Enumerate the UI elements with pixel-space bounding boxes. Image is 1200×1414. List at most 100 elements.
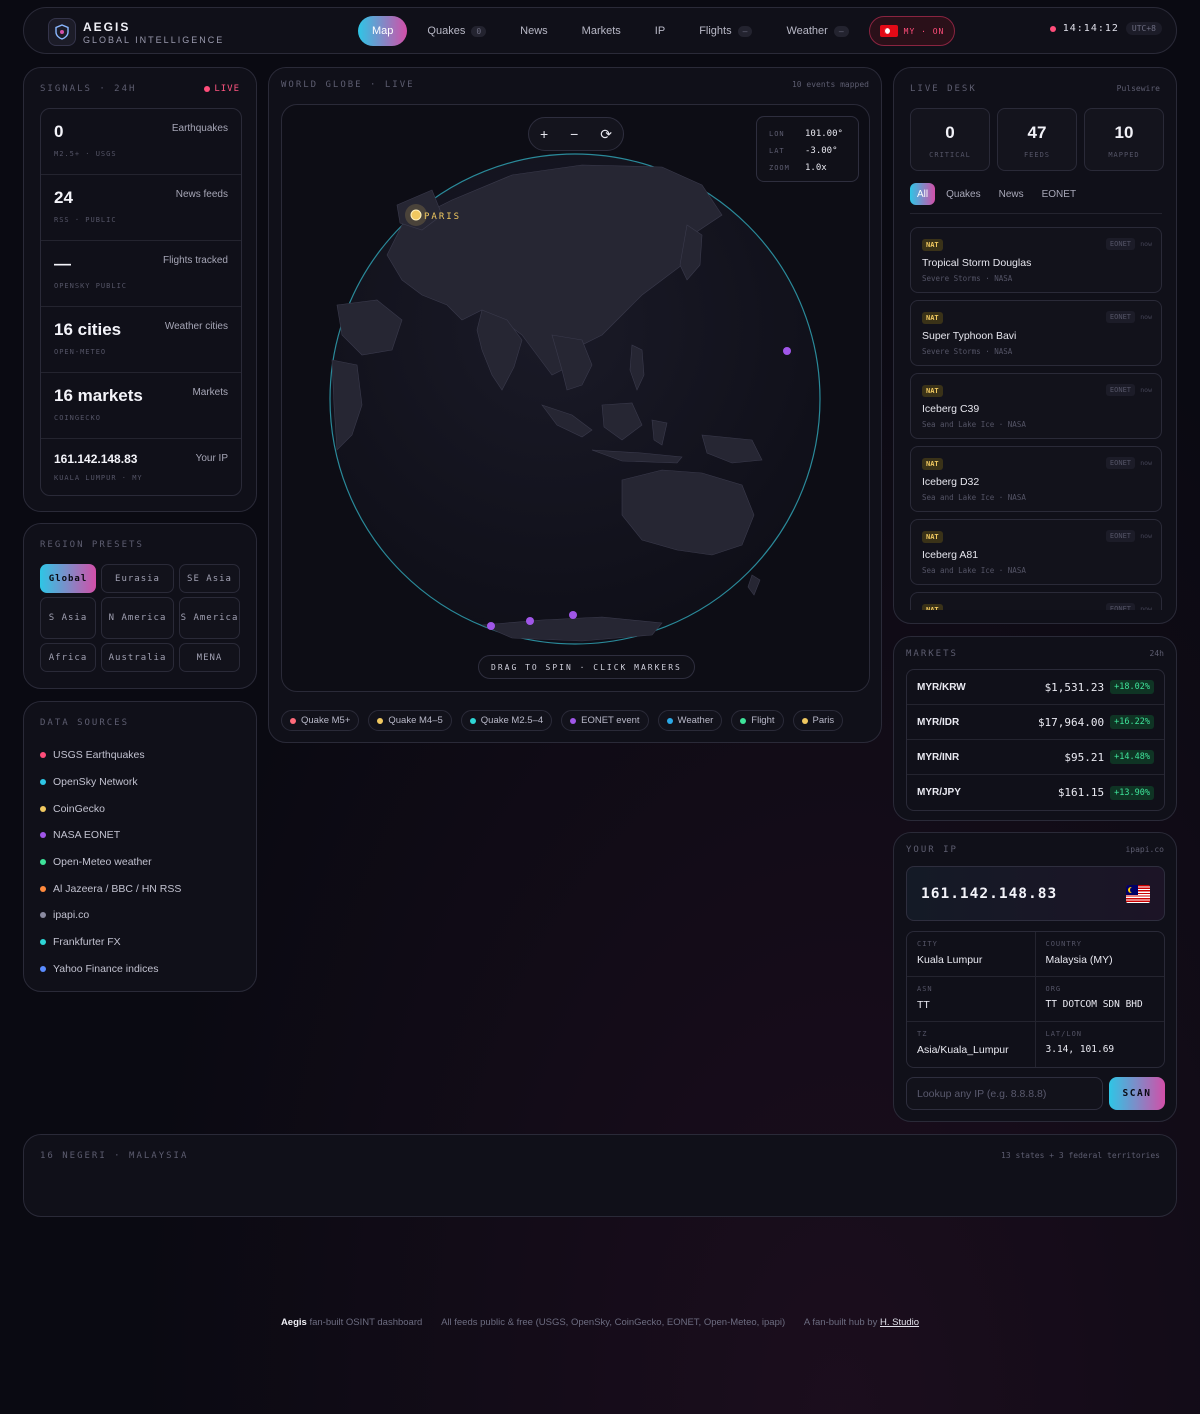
eonet-marker[interactable] xyxy=(526,617,534,625)
filter-quakes[interactable]: Quakes xyxy=(939,183,987,205)
eonet-marker[interactable] xyxy=(487,622,495,630)
legend-item[interactable]: Paris xyxy=(792,710,844,731)
event-card[interactable]: NAT EONET now Iceberg D32 Sea and Lake Ice ·… xyxy=(910,446,1162,512)
your-ip-panel: YOUR IP ipapi.co 161.142.148.83 CITY Kual… xyxy=(893,832,1177,1122)
region-eurasia-button[interactable]: Eurasia xyxy=(101,564,174,593)
event-tag: NAT xyxy=(922,531,943,543)
market-price: $17,964.00 xyxy=(1037,715,1105,729)
stat-value: 10 xyxy=(1114,123,1134,142)
markets-list: MYR/KRW $1,531.23 +18.02% MYR/IDR $17,964.00… xyxy=(906,669,1165,811)
ip-key: COUNTRY xyxy=(1045,940,1083,948)
ip-key: ASN xyxy=(917,985,933,993)
market-row[interactable]: MYR/INR $95.21 +14.48% xyxy=(907,740,1164,775)
nav-tab-label: Markets xyxy=(581,25,621,37)
lon-key: LON xyxy=(769,129,785,138)
region-s-asia-button[interactable]: S Asia xyxy=(40,597,96,639)
ip-tz: TZ Asia/Kuala_Lumpur xyxy=(907,1022,1036,1067)
source-dot-icon xyxy=(40,752,46,759)
nav-tab-weather[interactable]: Weather — xyxy=(772,16,862,46)
market-change: +18.02% xyxy=(1110,680,1154,694)
legend-item[interactable]: EONET event xyxy=(561,710,649,731)
nav-tab-map[interactable]: Map xyxy=(358,16,408,46)
nav-tab-flights[interactable]: Flights — xyxy=(685,16,766,46)
negeri-panel: 16 NEGERI · MALAYSIA 13 states + 3 feder… xyxy=(23,1134,1177,1217)
reset-view-button[interactable]: ⟳ xyxy=(600,126,612,143)
nav-badge: 0 xyxy=(471,25,487,37)
market-price: $1,531.23 xyxy=(1044,680,1105,694)
event-category: Sea and Lake Ice · NASA xyxy=(922,493,1026,502)
markets-range: 24h xyxy=(1149,649,1164,658)
region-africa-button[interactable]: Africa xyxy=(40,643,96,672)
legend-item[interactable]: Quake M2.5–4 xyxy=(460,710,553,731)
event-source: EONET xyxy=(1105,238,1135,250)
event-card[interactable]: NAT EONET now Iceberg A81 Sea and Lake Ice ·… xyxy=(910,519,1162,585)
signal-source: COINGECKO xyxy=(54,414,101,422)
filter-eonet[interactable]: EONET xyxy=(1035,183,1083,205)
legend-item[interactable]: Weather xyxy=(657,710,723,731)
globe-svg[interactable]: PARIS xyxy=(282,105,870,692)
source-item: ipapi.co xyxy=(40,902,181,929)
event-card[interactable]: NAT EONET now Tropical Storm Douglas Severe … xyxy=(910,227,1162,293)
stat-label: FEEDS xyxy=(1023,151,1051,159)
legend-label: Flight xyxy=(751,715,775,726)
globe-viewport[interactable]: PARIS + − ⟳ LON 101.00° LAT -3.00° ZOOM 1.0… xyxy=(281,104,870,692)
nav-tab-markets[interactable]: Markets xyxy=(568,16,635,46)
event-list[interactable]: NAT EONET now Tropical Storm Douglas Severe … xyxy=(910,227,1162,610)
market-row[interactable]: MYR/IDR $17,964.00 +16.22% xyxy=(907,705,1164,740)
eonet-marker[interactable] xyxy=(569,611,577,619)
zoom-in-button[interactable]: + xyxy=(540,126,548,142)
eonet-marker[interactable] xyxy=(783,347,791,355)
filter-all[interactable]: All xyxy=(910,183,936,205)
live-dot-icon xyxy=(1049,25,1056,32)
footer-brand: Aegis xyxy=(280,1317,307,1328)
legend-dot-icon xyxy=(666,717,673,724)
zoom-out-button[interactable]: − xyxy=(570,126,578,142)
zoom-controls: + − ⟳ xyxy=(528,117,624,151)
region-n-america-button[interactable]: N America xyxy=(101,597,174,639)
event-title: Super Typhoon Bavi xyxy=(922,330,1017,342)
paris-label: PARIS xyxy=(424,212,461,222)
footer-description: fan-built OSINT dashboard xyxy=(309,1317,423,1328)
panel-title: MARKETS xyxy=(906,649,958,659)
legend-item[interactable]: Quake M5+ xyxy=(281,710,360,731)
legend-item[interactable]: Quake M4–5 xyxy=(368,710,452,731)
nav-tab-news[interactable]: News xyxy=(506,16,562,46)
event-card[interactable]: NAT EONET now xyxy=(910,592,1162,610)
filter-news[interactable]: News xyxy=(992,183,1031,205)
panel-title: WORLD GLOBE · LIVE xyxy=(281,80,415,90)
nav-tab-label: Weather xyxy=(786,25,828,37)
brand-tagline: GLOBAL INTELLIGENCE xyxy=(83,35,225,45)
scan-button[interactable]: SCAN xyxy=(1109,1077,1165,1110)
event-card[interactable]: NAT EONET now Iceberg C39 Sea and Lake Ice ·… xyxy=(910,373,1162,439)
ip-city: CITY Kuala Lumpur xyxy=(907,932,1036,977)
region-mena-button[interactable]: MENA xyxy=(179,643,240,672)
legend-dot-icon xyxy=(377,717,384,724)
legend-dot-icon xyxy=(740,717,747,724)
ip-key: TZ xyxy=(917,1030,928,1038)
signals-panel: SIGNALS · 24H LIVE 0 Earthquakes M2.5+ ·… xyxy=(23,67,257,512)
legend-item[interactable]: Flight xyxy=(731,710,784,731)
location-toggle[interactable]: MY · ON xyxy=(868,16,956,46)
region-se-asia-button[interactable]: SE Asia xyxy=(179,564,240,593)
ip-lookup-input[interactable] xyxy=(906,1077,1103,1110)
market-row[interactable]: MYR/JPY $161.15 +13.90% xyxy=(907,775,1164,810)
data-sources-panel: DATA SOURCES USGS Earthquakes OpenSky Net… xyxy=(23,701,257,992)
market-row[interactable]: MYR/KRW $1,531.23 +18.02% xyxy=(907,670,1164,705)
main-nav: Map Quakes 0 News Markets IP Flights — Wea… xyxy=(358,16,956,46)
paris-marker[interactable] xyxy=(410,209,422,221)
nav-tab-quakes[interactable]: Quakes 0 xyxy=(413,16,500,46)
studio-link[interactable]: H. Studio xyxy=(880,1317,919,1328)
panel-title: SIGNALS · 24H xyxy=(40,84,137,94)
legend-dot-icon xyxy=(570,717,577,724)
event-card[interactable]: NAT EONET now Super Typhoon Bavi Severe Stor… xyxy=(910,300,1162,366)
event-time: now xyxy=(1140,240,1152,248)
legend-label: Weather xyxy=(677,715,714,726)
legend-dot-icon xyxy=(469,717,476,724)
region-global-button[interactable]: Global xyxy=(40,564,96,593)
region-s-america-button[interactable]: S America xyxy=(179,597,240,639)
stat-value: 0 xyxy=(945,123,955,142)
nav-tab-ip[interactable]: IP xyxy=(641,16,679,46)
region-australia-button[interactable]: Australia xyxy=(101,643,174,672)
live-indicator: LIVE xyxy=(204,84,240,94)
source-name: Open-Meteo weather xyxy=(53,856,152,869)
